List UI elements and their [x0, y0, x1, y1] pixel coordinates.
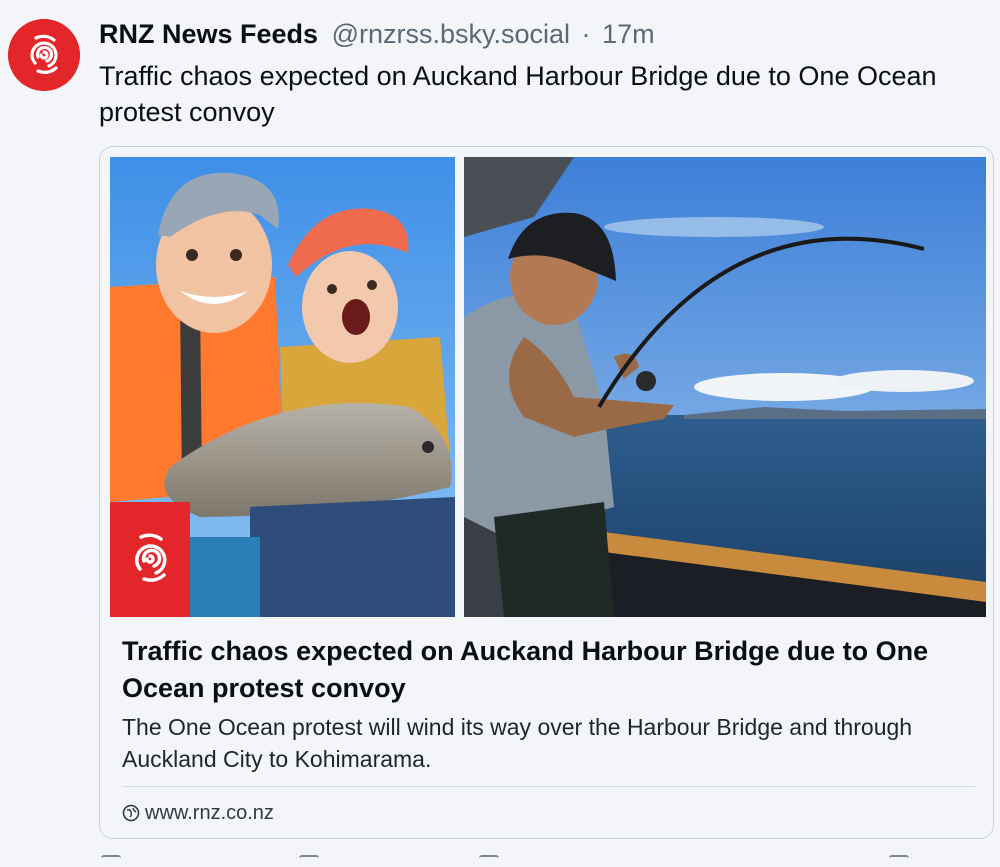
- reply-icon[interactable]: [101, 855, 121, 867]
- post-timestamp[interactable]: 17m: [602, 19, 655, 49]
- globe-icon: [122, 804, 140, 822]
- post: RNZ News Feeds @rnzrss.bsky.social · 17m…: [0, 0, 1000, 865]
- link-card-domain: www.rnz.co.nz: [145, 801, 274, 824]
- post-text: Traffic chaos expected on Auckand Harbou…: [99, 61, 937, 127]
- more-icon[interactable]: [889, 855, 909, 867]
- like-icon[interactable]: [479, 855, 499, 867]
- link-card-domain-row[interactable]: www.rnz.co.nz: [122, 799, 274, 827]
- author-handle[interactable]: @rnzrss.bsky.social: [332, 19, 570, 49]
- link-card-description: The One Ocean protest will wind its way …: [122, 714, 913, 772]
- rnz-logo-icon: [8, 19, 80, 91]
- post-header: RNZ News Feeds @rnzrss.bsky.social · 17m: [99, 16, 655, 52]
- post-actions: [99, 855, 979, 865]
- separator: ·: [581, 19, 591, 49]
- author-name[interactable]: RNZ News Feeds: [99, 19, 318, 49]
- kids-with-fish-photo: [110, 157, 455, 617]
- link-card-title[interactable]: Traffic chaos expected on Auckand Harbou…: [122, 633, 982, 707]
- divider: [122, 786, 975, 787]
- repost-icon[interactable]: [299, 855, 319, 867]
- avatar[interactable]: [8, 19, 80, 91]
- man-fishing-photo: [464, 157, 986, 617]
- link-card[interactable]: Traffic chaos expected on Auckand Harbou…: [99, 146, 994, 839]
